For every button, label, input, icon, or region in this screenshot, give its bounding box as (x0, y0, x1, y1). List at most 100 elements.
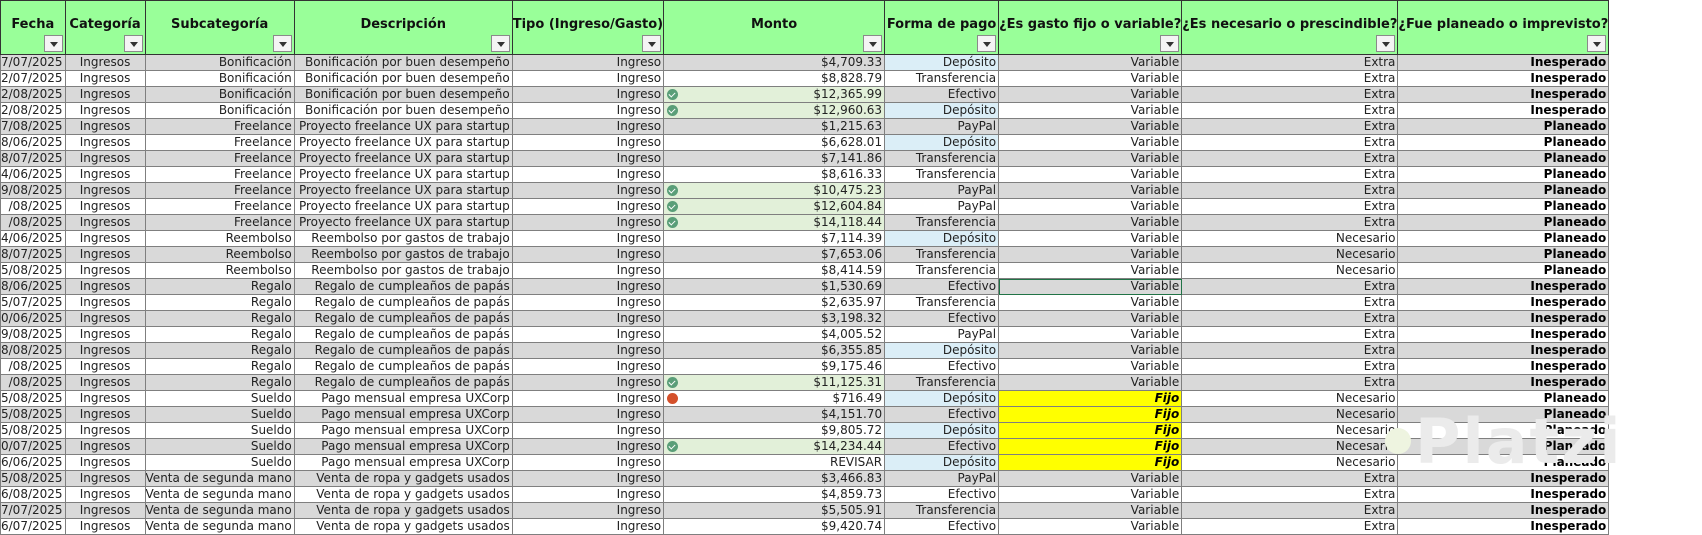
cell-date[interactable]: 4/06/2025 (0, 230, 66, 247)
cell-description[interactable]: Reembolso por gastos de trabajo (293, 230, 513, 247)
cell-date[interactable]: /08/2025 (0, 198, 66, 215)
cell-category[interactable]: Ingresos (64, 406, 146, 423)
cell-category[interactable]: Ingresos (64, 310, 146, 327)
cell-amount[interactable]: $12,604.84 (663, 198, 886, 215)
cell-description[interactable]: Bonificación por buen desempeño (293, 86, 513, 103)
cell-planned[interactable]: Inesperado (1397, 374, 1610, 391)
cell-category[interactable]: Ingresos (64, 422, 146, 439)
cell-description[interactable]: Pago mensual empresa UXCorp (293, 406, 513, 423)
cell-fixed-variable[interactable]: Variable (998, 182, 1183, 199)
cell-category[interactable]: Ingresos (64, 166, 146, 183)
cell-description[interactable]: Proyecto freelance UX para startup (293, 198, 513, 215)
cell-fixed-variable[interactable]: Variable (998, 262, 1183, 279)
cell-fixed-variable[interactable]: Variable (998, 278, 1183, 295)
cell-type[interactable]: Ingreso (511, 406, 665, 423)
cell-fixed-variable[interactable]: Variable (998, 358, 1183, 375)
cell-fixed-variable[interactable]: Variable (998, 230, 1183, 247)
cell-amount[interactable]: $1,215.63 (663, 118, 886, 135)
cell-category[interactable]: Ingresos (64, 390, 146, 407)
cell-planned[interactable]: Planeado (1397, 262, 1610, 279)
cell-amount[interactable]: $4,709.33 (663, 54, 886, 71)
cell-type[interactable]: Ingreso (511, 294, 665, 311)
cell-payment-method[interactable]: Efectivo (884, 278, 1000, 295)
column-header-fixed-variable[interactable]: ¿Es gasto fijo o variable? (998, 0, 1183, 55)
cell-amount[interactable]: $7,653.06 (663, 246, 886, 263)
cell-necessary[interactable]: Extra (1181, 374, 1399, 391)
cell-description[interactable]: Pago mensual empresa UXCorp (293, 422, 513, 439)
cell-payment-method[interactable]: Transferencia (884, 70, 1000, 87)
column-header-amount[interactable]: Monto (663, 0, 886, 55)
cell-category[interactable]: Ingresos (64, 454, 146, 471)
cell-description[interactable]: Regalo de cumpleaños de papás (293, 294, 513, 311)
cell-subcategory[interactable]: Freelance (144, 150, 295, 167)
cell-necessary[interactable]: Extra (1181, 486, 1399, 503)
cell-date[interactable]: 2/08/2025 (0, 86, 66, 103)
filter-dropdown-icon[interactable] (1376, 35, 1396, 52)
cell-fixed-variable[interactable]: Variable (998, 310, 1183, 327)
cell-fixed-variable[interactable]: Variable (998, 214, 1183, 231)
cell-date[interactable]: 9/08/2025 (0, 326, 66, 343)
filter-dropdown-icon[interactable] (642, 35, 662, 52)
cell-amount[interactable]: $4,859.73 (663, 486, 886, 503)
cell-payment-method[interactable]: PayPal (884, 198, 1000, 215)
cell-planned[interactable]: Inesperado (1397, 470, 1610, 487)
cell-planned[interactable]: Planeado (1397, 422, 1610, 439)
cell-date[interactable]: /08/2025 (0, 214, 66, 231)
cell-payment-method[interactable]: Depósito (884, 102, 1000, 119)
cell-date[interactable]: 0/06/2025 (0, 310, 66, 327)
filter-dropdown-icon[interactable] (1587, 35, 1607, 52)
cell-necessary[interactable]: Extra (1181, 166, 1399, 183)
cell-payment-method[interactable]: Transferencia (884, 502, 1000, 519)
cell-payment-method[interactable]: Efectivo (884, 86, 1000, 103)
cell-subcategory[interactable]: Freelance (144, 198, 295, 215)
cell-date[interactable]: 7/07/2025 (0, 54, 66, 71)
cell-subcategory[interactable]: Venta de segunda mano (144, 486, 295, 503)
cell-category[interactable]: Ingresos (64, 486, 146, 503)
cell-date[interactable]: 6/08/2025 (0, 486, 66, 503)
cell-planned[interactable]: Inesperado (1397, 518, 1610, 535)
cell-planned[interactable]: Planeado (1397, 150, 1610, 167)
cell-type[interactable]: Ingreso (511, 438, 665, 455)
cell-amount[interactable]: $3,466.83 (663, 470, 886, 487)
cell-date[interactable]: 7/08/2025 (0, 118, 66, 135)
cell-fixed-variable[interactable]: Fijo (998, 390, 1183, 407)
cell-fixed-variable[interactable]: Variable (998, 502, 1183, 519)
cell-payment-method[interactable]: Efectivo (884, 310, 1000, 327)
cell-description[interactable]: Bonificación por buen desempeño (293, 102, 513, 119)
cell-amount[interactable]: $9,805.72 (663, 422, 886, 439)
cell-type[interactable]: Ingreso (511, 86, 665, 103)
cell-fixed-variable[interactable]: Variable (998, 470, 1183, 487)
cell-subcategory[interactable]: Regalo (144, 310, 295, 327)
cell-payment-method[interactable]: Depósito (884, 454, 1000, 471)
cell-date[interactable]: 8/06/2025 (0, 134, 66, 151)
cell-fixed-variable[interactable]: Variable (998, 102, 1183, 119)
cell-payment-method[interactable]: Depósito (884, 422, 1000, 439)
cell-amount[interactable]: $4,151.70 (663, 406, 886, 423)
cell-description[interactable]: Venta de ropa y gadgets usados (293, 502, 513, 519)
cell-planned[interactable]: Planeado (1397, 198, 1610, 215)
cell-date[interactable]: 2/07/2025 (0, 70, 66, 87)
cell-payment-method[interactable]: Depósito (884, 134, 1000, 151)
filter-dropdown-icon[interactable] (43, 35, 63, 52)
cell-amount[interactable]: REVISAR (663, 454, 886, 471)
cell-date[interactable]: 2/08/2025 (0, 102, 66, 119)
cell-planned[interactable]: Inesperado (1397, 358, 1610, 375)
column-header-planned[interactable]: ¿Fue planeado o imprevisto? (1397, 0, 1610, 55)
cell-payment-method[interactable]: Transferencia (884, 166, 1000, 183)
cell-description[interactable]: Proyecto freelance UX para startup (293, 214, 513, 231)
cell-subcategory[interactable]: Venta de segunda mano (144, 518, 295, 535)
cell-type[interactable]: Ingreso (511, 102, 665, 119)
cell-planned[interactable]: Planeado (1397, 214, 1610, 231)
cell-fixed-variable[interactable]: Variable (998, 134, 1183, 151)
cell-date[interactable]: 7/07/2025 (0, 502, 66, 519)
filter-dropdown-icon[interactable] (490, 35, 510, 52)
cell-category[interactable]: Ingresos (64, 278, 146, 295)
cell-payment-method[interactable]: Efectivo (884, 406, 1000, 423)
cell-fixed-variable[interactable]: Variable (998, 70, 1183, 87)
cell-category[interactable]: Ingresos (64, 150, 146, 167)
cell-necessary[interactable]: Necesario (1181, 406, 1399, 423)
cell-fixed-variable[interactable]: Variable (998, 326, 1183, 343)
cell-subcategory[interactable]: Venta de segunda mano (144, 502, 295, 519)
cell-fixed-variable[interactable]: Variable (998, 486, 1183, 503)
cell-fixed-variable[interactable]: Variable (998, 86, 1183, 103)
